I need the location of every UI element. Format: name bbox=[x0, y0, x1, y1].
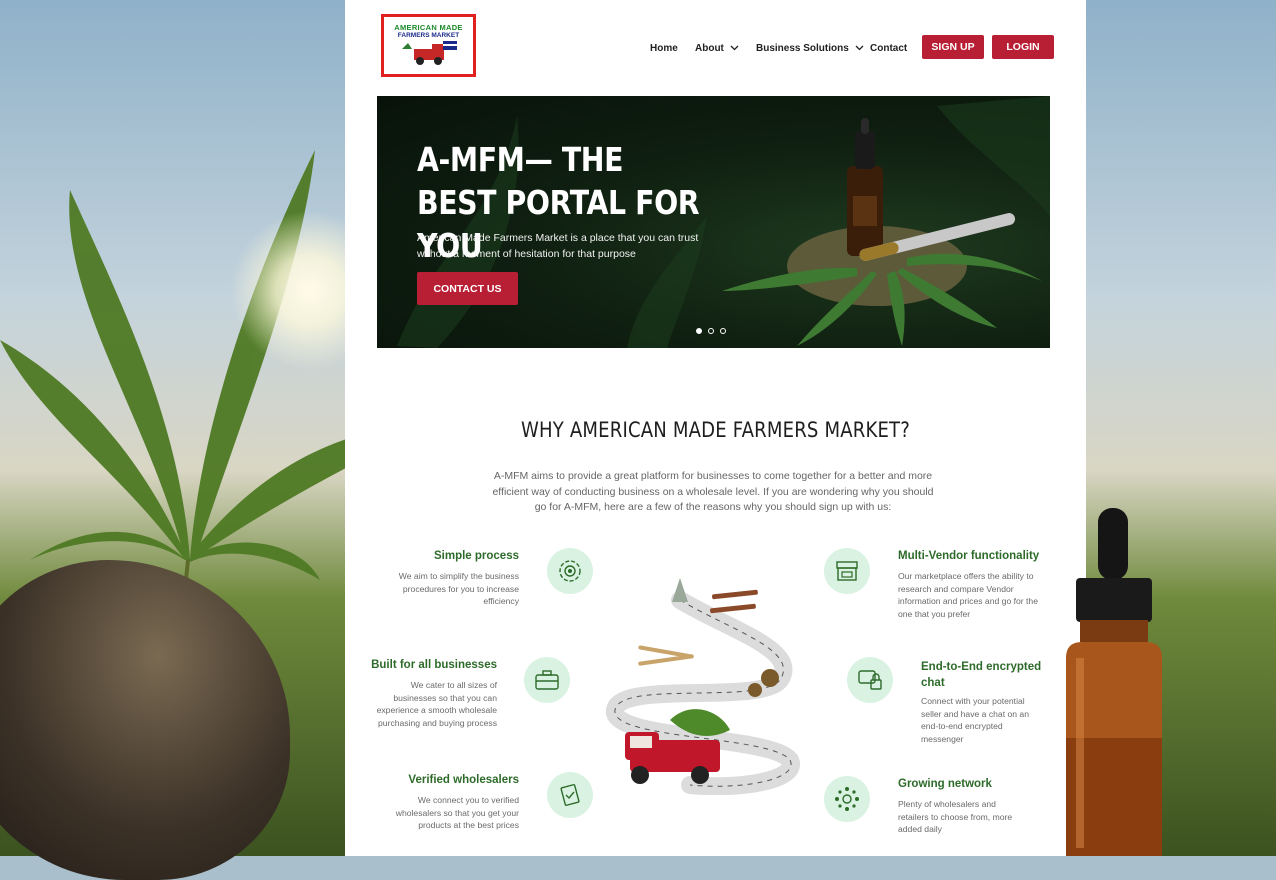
why-section-title: WHY AMERICAN MADE FARMERS MARKET? bbox=[520, 418, 911, 442]
briefcase-icon bbox=[524, 657, 570, 703]
nav-business-solutions[interactable]: Business Solutions bbox=[756, 43, 864, 54]
encrypted-chat-icon bbox=[847, 657, 893, 703]
nav-business-label: Business Solutions bbox=[756, 42, 849, 54]
feature-simple-desc: We aim to simplify the business procedur… bbox=[398, 571, 519, 606]
cbd-oil-bottle-image bbox=[1066, 508, 1162, 856]
signup-button[interactable]: SIGN UP bbox=[922, 35, 984, 59]
logo-line-2: FARMERS MARKET bbox=[397, 32, 460, 39]
nav-home[interactable]: Home bbox=[650, 36, 678, 60]
feature-chat-title: End-to-End encrypted chat bbox=[921, 661, 1042, 689]
nav-home-label: Home bbox=[650, 42, 678, 54]
hero-subtitle: American Made Farmers Market is a place … bbox=[417, 232, 699, 260]
carousel-dot-2[interactable] bbox=[708, 328, 714, 334]
feature-multi-desc: Our marketplace offers the ability to re… bbox=[898, 571, 1038, 619]
carousel-dots bbox=[696, 328, 726, 334]
feature-built-title: Built for all businesses bbox=[371, 659, 497, 671]
login-button[interactable]: LOGIN bbox=[992, 35, 1054, 59]
feature-chat-desc: Connect with your potential seller and h… bbox=[921, 696, 1029, 744]
storefront-icon bbox=[824, 548, 870, 594]
nav-about[interactable]: About bbox=[695, 43, 739, 54]
red-truck-logo-icon bbox=[401, 41, 457, 65]
feature-verified-title: Verified wholesalers bbox=[408, 774, 519, 786]
feature-built-desc: We cater to all sizes of businesses so t… bbox=[376, 680, 497, 728]
carousel-dot-3[interactable] bbox=[720, 328, 726, 334]
nav-contact-label: Contact bbox=[870, 42, 908, 54]
why-section-text: A-MFM aims to provide a great platform f… bbox=[492, 470, 934, 513]
carousel-dot-1[interactable] bbox=[696, 328, 702, 334]
feature-network-title: Growing network bbox=[898, 778, 992, 790]
chevron-down-icon bbox=[730, 45, 739, 51]
feature-simple-title: Simple process bbox=[433, 550, 519, 562]
chevron-down-icon bbox=[855, 45, 864, 51]
hero-banner: A-MFM— THE BEST PORTAL FOR YOU American … bbox=[377, 96, 1050, 348]
contact-us-button[interactable]: CONTACT US bbox=[417, 272, 518, 305]
feature-verified-desc: We connect you to verified wholesalers s… bbox=[395, 795, 519, 830]
feature-multi-title: Multi-Vendor functionality bbox=[898, 550, 1040, 562]
network-icon bbox=[824, 776, 870, 822]
delivery-road-illustration bbox=[606, 578, 800, 795]
feature-network-desc: Plenty of wholesalers and retailers to c… bbox=[898, 799, 1013, 834]
nav-contact[interactable]: Contact bbox=[870, 36, 907, 60]
site-logo[interactable]: AMERICAN MADE FARMERS MARKET bbox=[381, 14, 476, 77]
nav-about-label: About bbox=[695, 42, 724, 54]
process-cycle-icon bbox=[547, 548, 593, 594]
logo-line-1: AMERICAN MADE bbox=[394, 23, 463, 32]
verified-check-icon bbox=[547, 772, 593, 818]
